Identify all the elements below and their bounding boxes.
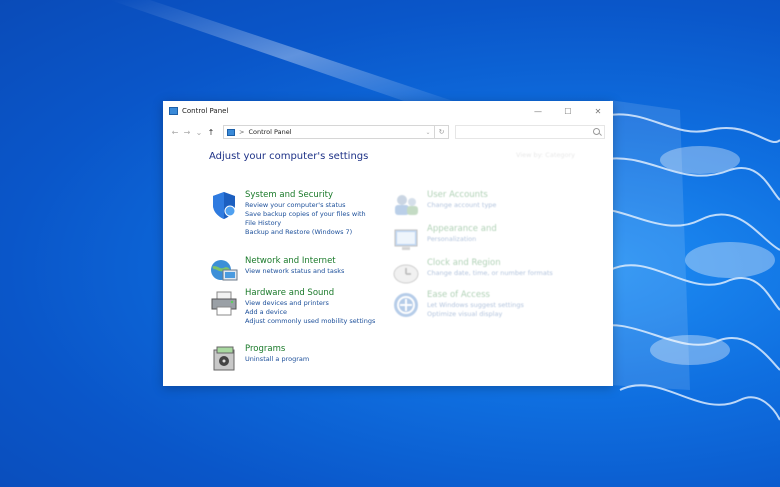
clock-region-link[interactable]: Clock and Region [427, 258, 553, 269]
review-status-link[interactable]: Review your computer's status [245, 201, 366, 210]
hardware-sound-link[interactable]: Hardware and Sound [245, 288, 375, 299]
network-status-link[interactable]: View network status and tasks [245, 267, 344, 276]
file-history-link[interactable]: File History [245, 219, 366, 228]
category-appearance: Appearance and Personalization [391, 224, 497, 254]
title-bar: Control Panel — ☐ ✕ [163, 101, 613, 121]
save-backup-link[interactable]: Save backup copies of your files with [245, 210, 366, 219]
mobility-settings-link[interactable]: Adjust commonly used mobility settings [245, 317, 375, 326]
date-time-formats-link[interactable]: Change date, time, or number formats [427, 269, 553, 278]
up-button[interactable]: ↑ [205, 128, 217, 137]
category-ease-of-access: Ease of Access Let Windows suggest setti… [391, 290, 524, 320]
programs-icon [209, 344, 239, 374]
users-icon [391, 190, 421, 220]
optimize-display-link[interactable]: Optimize visual display [427, 310, 524, 319]
category-clock-region: Clock and Region Change date, time, or n… [391, 258, 553, 288]
devices-printers-link[interactable]: View devices and printers [245, 299, 375, 308]
category-user-accounts: User Accounts Change account type [391, 190, 496, 220]
appearance-icon [391, 224, 421, 254]
control-panel-small-icon [227, 128, 235, 136]
uninstall-program-link[interactable]: Uninstall a program [245, 355, 309, 364]
forward-button[interactable]: → [181, 128, 193, 137]
category-hardware-sound: Hardware and Sound View devices and prin… [209, 288, 375, 326]
address-dropdown[interactable]: ⌄ [422, 129, 434, 136]
ease-of-access-icon [391, 290, 421, 320]
category-network-internet: Network and Internet View network status… [209, 256, 344, 286]
search-input[interactable] [455, 125, 605, 139]
close-button[interactable]: ✕ [583, 107, 613, 116]
page-heading: Adjust your computer's settings [209, 151, 369, 162]
category-programs: Programs Uninstall a program [209, 344, 309, 374]
window-title: Control Panel [182, 107, 229, 115]
add-device-link[interactable]: Add a device [245, 308, 375, 317]
search-icon [593, 128, 600, 135]
address-bar[interactable]: > Control Panel ⌄ [223, 125, 435, 139]
network-globe-icon [209, 256, 239, 286]
clock-icon [391, 258, 421, 288]
view-by-selector[interactable]: View by: Category [516, 151, 575, 162]
printer-icon [209, 288, 239, 318]
shield-icon [209, 190, 239, 220]
system-security-link[interactable]: System and Security [245, 190, 366, 201]
back-button[interactable]: ← [169, 128, 181, 137]
recent-locations-dropdown[interactable]: ⌄ [193, 128, 205, 137]
refresh-button[interactable]: ↻ [435, 125, 449, 139]
category-system-security: System and Security Review your computer… [209, 190, 366, 237]
breadcrumb-control-panel[interactable]: Control Panel [248, 128, 291, 136]
user-accounts-link[interactable]: User Accounts [427, 190, 496, 201]
control-panel-icon [169, 107, 178, 115]
control-panel-window: Control Panel — ☐ ✕ ← → ⌄ ↑ > Control Pa… [163, 101, 613, 386]
ease-of-access-link[interactable]: Ease of Access [427, 290, 524, 301]
minimize-button[interactable]: — [523, 107, 553, 116]
suggest-settings-link[interactable]: Let Windows suggest settings [427, 301, 524, 310]
network-internet-link[interactable]: Network and Internet [245, 256, 344, 267]
personalization-link[interactable]: Personalization [427, 235, 497, 244]
appearance-link[interactable]: Appearance and [427, 224, 497, 235]
programs-link[interactable]: Programs [245, 344, 309, 355]
change-account-type-link[interactable]: Change account type [427, 201, 496, 210]
breadcrumb-separator: > [239, 128, 245, 136]
backup-restore-link[interactable]: Backup and Restore (Windows 7) [245, 228, 366, 237]
navigation-bar: ← → ⌄ ↑ > Control Panel ⌄ ↻ [163, 121, 613, 143]
maximize-button[interactable]: ☐ [553, 107, 583, 116]
